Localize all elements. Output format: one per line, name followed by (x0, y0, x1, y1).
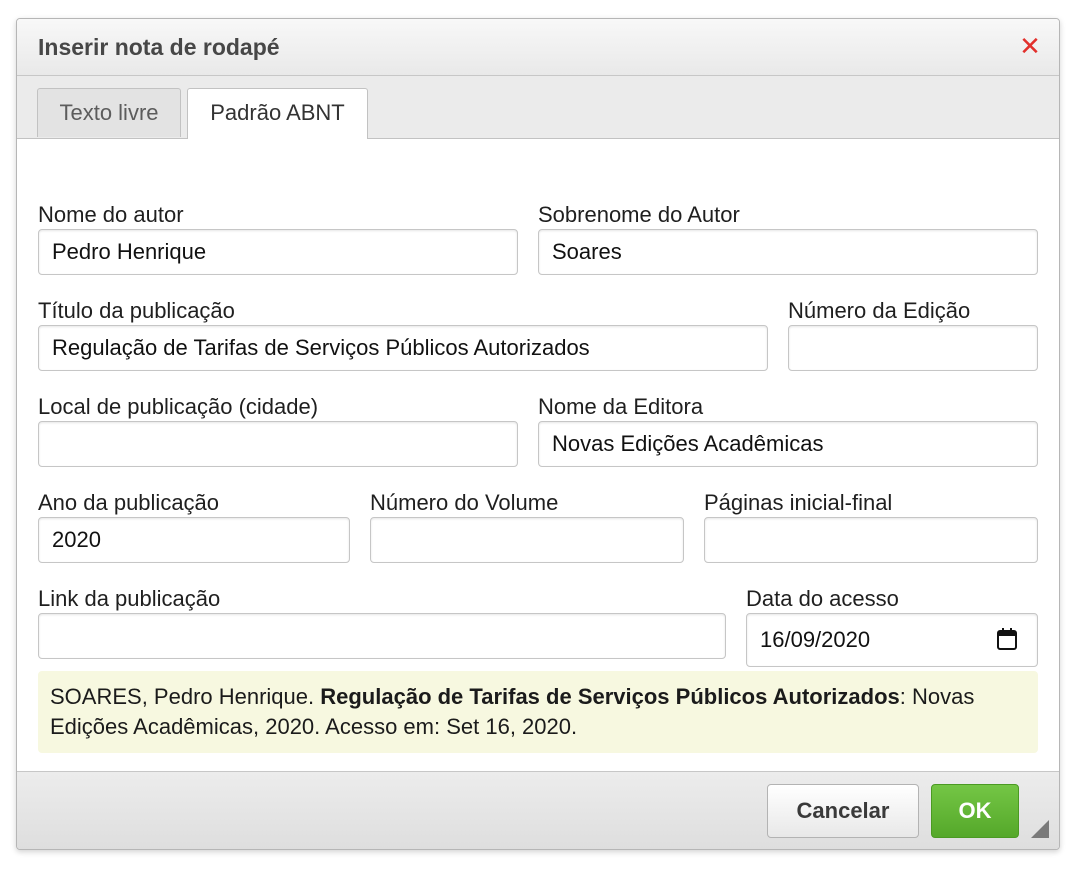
place-label: Local de publicação (cidade) (38, 394, 319, 419)
calendar-icon[interactable] (997, 628, 1017, 650)
volume-label: Número do Volume (370, 490, 559, 515)
tab-bar: Texto livre Padrão ABNT (17, 76, 1059, 139)
link-label: Link da publicação (38, 586, 221, 611)
access-date-field[interactable]: 16/09/2020 (746, 613, 1038, 667)
preview-title: Regulação de Tarifas de Serviços Público… (320, 684, 900, 709)
author-first-field[interactable]: Pedro Henrique (38, 229, 518, 275)
publisher-field[interactable]: Novas Edições Acadêmicas (538, 421, 1038, 467)
abnt-form: Nome do autor Pedro Henrique Sobrenome d… (17, 139, 1059, 771)
close-icon[interactable]: ✕ (1017, 31, 1043, 61)
title-label: Título da publicação (38, 298, 235, 323)
resize-handle-icon[interactable] (1031, 820, 1049, 838)
citation-preview: SOARES, Pedro Henrique. Regulação de Tar… (38, 671, 1038, 753)
access-date-value: 16/09/2020 (760, 627, 871, 652)
footnote-dialog: Inserir nota de rodapé ✕ Texto livre Pad… (16, 18, 1060, 850)
pages-label: Páginas inicial-final (704, 490, 893, 515)
title-field[interactable]: Regulação de Tarifas de Serviços Público… (38, 325, 768, 371)
publisher-label: Nome da Editora (538, 394, 704, 419)
year-label: Ano da publicação (38, 490, 220, 515)
edition-field[interactable] (788, 325, 1038, 371)
dialog-title: Inserir nota de rodapé (38, 34, 280, 60)
edition-label: Número da Edição (788, 298, 971, 323)
volume-field[interactable] (370, 517, 684, 563)
link-field[interactable] (38, 613, 726, 659)
year-field[interactable]: 2020 (38, 517, 350, 563)
ok-button[interactable]: OK (931, 784, 1019, 838)
dialog-titlebar[interactable]: Inserir nota de rodapé ✕ (17, 19, 1059, 76)
tab-texto-livre[interactable]: Texto livre (37, 88, 181, 137)
dialog-footer: Cancelar OK (17, 771, 1059, 849)
access-date-label: Data do acesso (746, 586, 899, 611)
place-field[interactable] (38, 421, 518, 467)
preview-prefix: SOARES, Pedro Henrique. (50, 684, 321, 709)
author-first-label: Nome do autor (38, 202, 184, 227)
author-last-field[interactable]: Soares (538, 229, 1038, 275)
tab-padrao-abnt[interactable]: Padrão ABNT (187, 88, 368, 139)
cancel-button[interactable]: Cancelar (767, 784, 919, 838)
pages-field[interactable] (704, 517, 1038, 563)
author-last-label: Sobrenome do Autor (538, 202, 740, 227)
